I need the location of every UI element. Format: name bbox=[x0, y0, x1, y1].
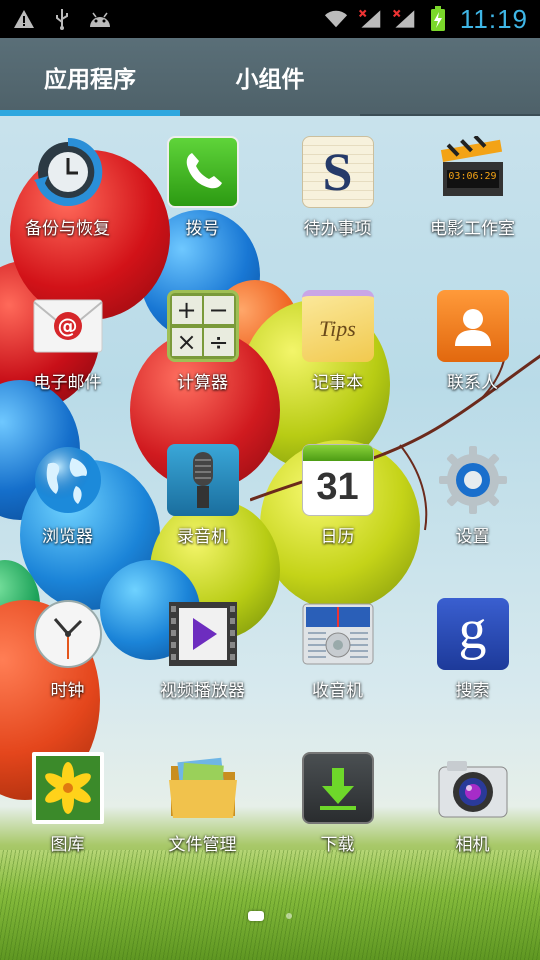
app-movie-studio[interactable]: 03:06:29 电影工作室 bbox=[405, 116, 540, 266]
phone-icon bbox=[166, 136, 239, 208]
android-debug-icon bbox=[88, 8, 112, 30]
battery-charging-icon bbox=[426, 6, 450, 31]
app-notepad[interactable]: Tips 记事本 bbox=[270, 270, 405, 420]
app-label: 浏览器 bbox=[42, 527, 93, 547]
calculator-icon: + − × ÷ bbox=[166, 290, 239, 362]
calendar-icon: 31 bbox=[301, 444, 374, 516]
app-label: 视频播放器 bbox=[160, 681, 245, 701]
email-icon: @ bbox=[32, 290, 104, 362]
status-clock: 11:19 bbox=[459, 3, 528, 34]
app-contacts[interactable]: 联系人 bbox=[405, 270, 540, 420]
calc-minus: − bbox=[203, 296, 234, 324]
todo-letter: S bbox=[322, 142, 353, 202]
tab-widgets[interactable]: 小组件 bbox=[180, 38, 360, 116]
app-grid: 备份与恢复 拨号 S 待办事项 03:06:29 电影工作室 @ 电子邮件 + … bbox=[0, 116, 540, 886]
app-phone[interactable]: 拨号 bbox=[135, 116, 270, 266]
app-label: 电影工作室 bbox=[430, 219, 515, 239]
movie-timecode: 03:06:29 bbox=[448, 171, 497, 182]
video-player-icon bbox=[167, 598, 239, 670]
app-video-player[interactable]: 视频播放器 bbox=[135, 578, 270, 728]
app-label: 联系人 bbox=[447, 373, 498, 393]
calc-plus: + bbox=[171, 296, 202, 324]
status-notifications bbox=[12, 8, 112, 30]
app-label: 搜索 bbox=[455, 681, 490, 701]
camera-icon bbox=[437, 752, 509, 824]
browser-icon bbox=[32, 444, 104, 516]
calc-divide: ÷ bbox=[203, 328, 234, 356]
app-calendar[interactable]: 31 日历 bbox=[270, 424, 405, 574]
app-todo[interactable]: S 待办事项 bbox=[270, 116, 405, 266]
app-clock[interactable]: 时钟 bbox=[0, 578, 135, 728]
page-dot-current[interactable] bbox=[248, 911, 264, 921]
gallery-icon bbox=[31, 752, 104, 824]
app-download[interactable]: 下载 bbox=[270, 732, 405, 882]
app-label: 计算器 bbox=[177, 373, 228, 393]
app-label: 文件管理 bbox=[168, 835, 237, 855]
signal-2-icon bbox=[392, 8, 416, 30]
signal-1-icon bbox=[358, 8, 382, 30]
app-label: 拨号 bbox=[185, 219, 220, 239]
app-label: 设置 bbox=[455, 527, 490, 547]
search-letter: g bbox=[458, 599, 487, 661]
warning-icon bbox=[12, 8, 36, 30]
contacts-icon bbox=[436, 290, 509, 362]
status-system: 11:19 bbox=[324, 4, 528, 35]
wifi-icon bbox=[324, 8, 348, 30]
page-indicator bbox=[0, 908, 540, 924]
app-label: 备份与恢复 bbox=[25, 219, 110, 239]
app-label: 日历 bbox=[320, 527, 355, 547]
app-label: 相机 bbox=[455, 835, 490, 855]
tab-bar: 应用程序 小组件 bbox=[0, 38, 540, 116]
radio-icon bbox=[302, 598, 374, 670]
clock-icon bbox=[32, 598, 104, 670]
settings-icon bbox=[437, 444, 509, 516]
app-label: 录音机 bbox=[177, 527, 228, 547]
app-settings[interactable]: 设置 bbox=[405, 424, 540, 574]
app-gallery[interactable]: 图库 bbox=[0, 732, 135, 882]
app-label: 时钟 bbox=[50, 681, 85, 701]
app-browser[interactable]: 浏览器 bbox=[0, 424, 135, 574]
calc-times: × bbox=[171, 328, 202, 356]
todo-icon: S bbox=[301, 136, 374, 208]
app-calculator[interactable]: + − × ÷ 计算器 bbox=[135, 270, 270, 420]
app-backup-restore[interactable]: 备份与恢复 bbox=[0, 116, 135, 266]
download-icon bbox=[301, 752, 374, 824]
notepad-icon: Tips bbox=[301, 290, 374, 362]
app-search[interactable]: g 搜索 bbox=[405, 578, 540, 728]
tab-apps[interactable]: 应用程序 bbox=[0, 38, 180, 116]
app-radio[interactable]: 收音机 bbox=[270, 578, 405, 728]
page-dot[interactable] bbox=[286, 913, 292, 919]
app-file-manager[interactable]: 文件管理 bbox=[135, 732, 270, 882]
search-icon: g bbox=[436, 598, 509, 670]
email-symbol: @ bbox=[53, 312, 82, 340]
app-camera[interactable]: 相机 bbox=[405, 732, 540, 882]
app-label: 待办事项 bbox=[303, 219, 372, 239]
file-manager-icon bbox=[167, 752, 239, 824]
status-bar: 11:19 bbox=[0, 0, 540, 38]
backup-restore-icon bbox=[32, 136, 104, 208]
app-email[interactable]: @ 电子邮件 bbox=[0, 270, 135, 420]
movie-studio-icon: 03:06:29 bbox=[437, 136, 509, 208]
recorder-icon bbox=[166, 444, 239, 516]
tab-bar-spacer bbox=[360, 38, 540, 116]
usb-icon bbox=[50, 8, 74, 30]
app-label: 收音机 bbox=[312, 681, 363, 701]
notepad-word: Tips bbox=[319, 316, 356, 341]
app-label: 下载 bbox=[320, 835, 355, 855]
app-label: 图库 bbox=[50, 835, 85, 855]
calendar-day: 31 bbox=[316, 465, 359, 508]
app-label: 电子邮件 bbox=[33, 373, 102, 393]
app-label: 记事本 bbox=[312, 373, 363, 393]
app-recorder[interactable]: 录音机 bbox=[135, 424, 270, 574]
